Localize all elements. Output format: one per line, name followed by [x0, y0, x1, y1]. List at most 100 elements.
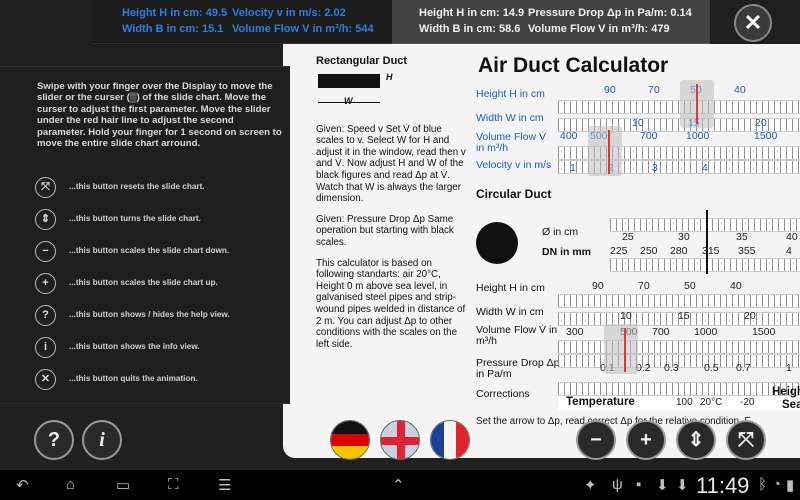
language-english-button[interactable] — [380, 420, 420, 460]
black-flow-scale[interactable] — [558, 340, 800, 354]
help-item-turn: ⇕ ...this button turns the slide chart. — [35, 209, 285, 231]
turn-icon: ⇕ — [35, 209, 56, 230]
readout-width-right: Width B in cm: 58.6 — [419, 23, 521, 35]
system-navigation-bar: ↶ ⌂ ▭ ⛶ ☰ ⌃ ✦ ψ ▪ ⬇ ⬇ 11:49 ᛒ ◔ ▮ — [0, 470, 800, 500]
usb-icon: ψ — [612, 476, 623, 493]
readout-height-left: Height H in cm: 49.5 — [122, 7, 228, 19]
blue-flow-num: 1000 — [686, 130, 710, 142]
blue-velocity-num: 1 — [570, 162, 576, 174]
sea-label: Sea — [782, 399, 800, 411]
blue-height-scale[interactable] — [558, 100, 800, 114]
corrections-scale[interactable] — [558, 382, 800, 396]
help-item-label: ...this button turns the slide chart. — [69, 214, 201, 223]
pressure-scale[interactable] — [558, 354, 800, 368]
help-intro: Swipe with your finger over the Display … — [37, 81, 282, 150]
zoom-in-button[interactable]: + — [626, 420, 666, 460]
circ-cursor[interactable] — [706, 210, 708, 274]
android-icon: ✦ — [584, 477, 597, 494]
pressure-num: 0.2 — [636, 362, 651, 374]
help-icon: ? — [47, 429, 61, 451]
dn-num: 315 — [702, 245, 720, 257]
instructions-standards: This calculator is based on following st… — [316, 257, 466, 350]
pressure-num: 0.3 — [664, 362, 679, 374]
rect-duct-shape — [318, 73, 380, 88]
instructions-speed: Given: Speed v Set V̇ of blue scales to … — [316, 123, 466, 205]
blue-window-lower[interactable] — [588, 126, 622, 176]
zoom-out-button[interactable]: − — [576, 420, 616, 460]
black-height-num: 50 — [684, 280, 696, 292]
dia-num: 30 — [678, 231, 690, 243]
temp-num: -20 — [740, 397, 755, 408]
black-height-scale[interactable] — [558, 294, 800, 308]
language-german-button[interactable] — [330, 420, 370, 460]
help-icon: ? — [35, 305, 56, 326]
black-height-num: 90 — [592, 280, 604, 292]
blue-velocity-num: 4 — [702, 162, 708, 174]
help-item-label: ...this button scales the slide chart do… — [69, 246, 230, 255]
back-icon[interactable]: ↶ — [16, 476, 29, 494]
home-icon[interactable]: ⌂ — [66, 476, 75, 493]
dn-num: 225 — [610, 245, 628, 257]
pressure-label: Pressure Drop Δp in Pa/m — [476, 357, 560, 380]
help-item-label: ...this button quits the animation. — [69, 374, 198, 383]
readout-flow-left: Volume Flow V in m³/h: 544 — [232, 23, 374, 35]
black-width-num: 20 — [744, 310, 756, 322]
blue-hairline-lower — [608, 130, 610, 174]
dia-num: 35 — [736, 231, 748, 243]
instructions-pressure: Given: Pressure Drop Δp Same operation b… — [316, 213, 454, 248]
black-height-num: 40 — [730, 280, 742, 292]
blue-flow-num: 1500 — [754, 130, 778, 142]
reset-icon: ⤧ — [35, 177, 56, 198]
slide-chart-handle[interactable] — [289, 196, 309, 276]
help-button[interactable]: ? — [34, 420, 74, 460]
blue-flow-num: 400 — [560, 130, 578, 142]
dia-scale[interactable] — [610, 218, 800, 232]
black-width-label: Width W in cm — [476, 306, 544, 318]
rect-duct-w-label: W — [344, 95, 353, 106]
blue-velocity-label: Velocity v in m/s — [476, 159, 552, 171]
dn-num: 280 — [670, 245, 688, 257]
help-item-reset: ⤧ ...this button resets the slide chart. — [35, 177, 285, 199]
expand-up-icon[interactable]: ⌃ — [392, 476, 405, 494]
rect-duct-h-label: H — [386, 71, 393, 82]
recent-apps-icon[interactable]: ▭ — [116, 476, 130, 494]
pressure-num: 0.5 — [704, 362, 719, 374]
dn-scale[interactable] — [610, 258, 800, 272]
readout-flow-right: Volume Flow V in m³/h: 479 — [528, 23, 670, 35]
language-french-button[interactable] — [430, 420, 470, 460]
dn-label: DN in mm — [542, 246, 592, 258]
circ-duct-shape — [476, 222, 518, 264]
app-screen: Height H in cm: 49.5 Velocity v in m/s: … — [0, 0, 800, 500]
calculator-title: Air Duct Calculator — [478, 54, 669, 77]
notification-p-icon: ▪ — [636, 476, 642, 493]
blue-width-num: 10 — [632, 117, 644, 129]
blue-width-label: Width W in cm — [476, 112, 544, 124]
turn-icon: ⇕ — [687, 429, 705, 451]
reset-icon: ⤧ — [738, 429, 754, 451]
status-clock: 11:49 — [696, 473, 750, 498]
info-icon: i — [35, 337, 56, 358]
dia-num: 25 — [622, 231, 634, 243]
screenshot-icon[interactable]: ⛶ — [168, 476, 179, 493]
blue-hairline-upper — [696, 84, 698, 124]
reset-button[interactable]: ⤧ — [726, 420, 766, 460]
close-button[interactable]: ✕ — [734, 4, 772, 42]
help-item-info: i ...this button shows the info view. — [35, 337, 285, 359]
help-item-label: ...this button shows / hides the help vi… — [69, 310, 230, 319]
corrections-label: Corrections — [476, 388, 530, 400]
blue-height-num: 70 — [648, 84, 660, 96]
black-flow-label: Volume Flow V̇ in m³/h — [476, 324, 558, 347]
blue-height-num: 90 — [604, 84, 616, 96]
blue-velocity-num: 3 — [652, 162, 658, 174]
black-window[interactable] — [604, 324, 638, 374]
info-icon: i — [99, 429, 105, 451]
instructions-column: Rectangular Duct H W Given: Speed v Set … — [316, 55, 466, 359]
help-item-zoom-in: + ...this button scales the slide chart … — [35, 273, 285, 295]
info-button[interactable]: i — [82, 420, 122, 460]
black-width-num: 10 — [620, 310, 632, 322]
blue-height-num: 40 — [734, 84, 746, 96]
menu-icon[interactable]: ☰ — [218, 476, 231, 494]
turn-button[interactable]: ⇕ — [676, 420, 716, 460]
blue-flow-num: 700 — [640, 130, 658, 142]
dia-num: 40 — [786, 231, 798, 243]
